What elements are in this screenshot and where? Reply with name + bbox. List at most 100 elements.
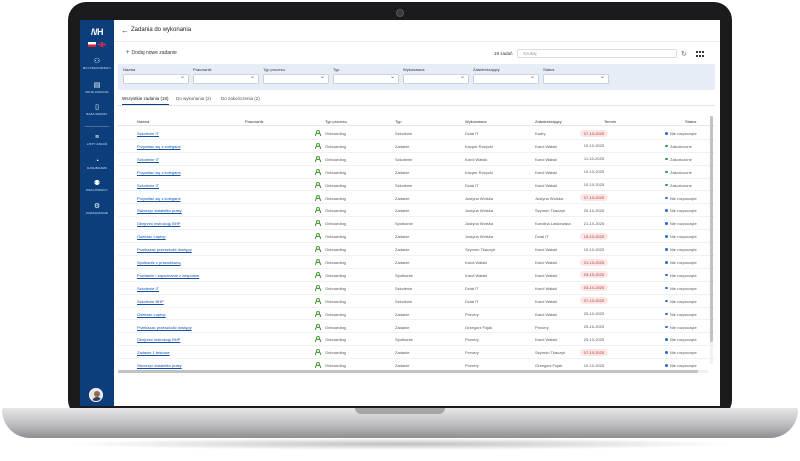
table-row[interactable]: Spotkanie z pracodawcą Onboarding Zadanie K… bbox=[118, 256, 715, 269]
table-row[interactable]: Zadanie 1 testowe Onboarding Zadanie Prover… bbox=[118, 346, 715, 360]
executor-cell: Justyna Wolska bbox=[465, 208, 493, 214]
column-header[interactable]: Wykonawca bbox=[465, 119, 487, 124]
column-header[interactable]: Termin bbox=[604, 119, 616, 124]
column-header[interactable]: Zatwierdzający bbox=[535, 119, 562, 124]
sidebar-item-1[interactable]: ▤ Moje zadania bbox=[80, 82, 114, 94]
tab-2[interactable]: Do zakończenia (2) bbox=[221, 96, 260, 101]
executor-cell: Kacper Rożycki bbox=[465, 143, 493, 149]
table-row[interactable]: Szkolenie IT Onboarding Szkolenie Karol Wal… bbox=[118, 153, 715, 166]
sidebar-item-2[interactable]: ▯ Baza wiedzy bbox=[80, 104, 114, 116]
table-row[interactable]: Szkolenie IT Onboarding Szkolenie Dział IT K… bbox=[118, 282, 715, 295]
table-row[interactable]: Przywitać się z kolegami Onboarding Zadani… bbox=[118, 166, 715, 179]
filter-select[interactable] bbox=[123, 73, 189, 84]
filter-3: Typ bbox=[333, 67, 399, 84]
flag-pl-icon[interactable] bbox=[88, 42, 96, 47]
horizontal-scrollbar[interactable] bbox=[118, 370, 708, 373]
task-name-link[interactable]: Szkolenie IT bbox=[137, 286, 159, 291]
status-badge: Nie rozpoczęte bbox=[670, 221, 697, 227]
filter-select[interactable] bbox=[333, 73, 399, 84]
table-row[interactable]: Stworzyć światełko prasy Onboarding Zadani… bbox=[118, 204, 715, 218]
type-cell: Spotkanie bbox=[395, 221, 413, 227]
filter-select[interactable] bbox=[193, 73, 259, 84]
task-name-link[interactable]: Odebrać Laptop bbox=[137, 312, 166, 317]
filter-select[interactable] bbox=[263, 73, 329, 84]
type-cell: Szkolenie bbox=[395, 131, 413, 136]
avatar[interactable] bbox=[89, 388, 103, 402]
status-badge: Nie rozpoczęte bbox=[670, 363, 697, 369]
type-cell: Zadanie bbox=[395, 350, 410, 356]
table-row[interactable]: Stworzyć światełko prasy Onboarding Zadani… bbox=[118, 359, 715, 370]
task-name-link[interactable]: Przywitać się z kolegami bbox=[137, 144, 181, 149]
refresh-icon[interactable]: ↻ bbox=[681, 50, 687, 58]
column-header[interactable]: Typ procesu bbox=[325, 119, 347, 124]
task-name-link[interactable]: Odebrać Laptop bbox=[137, 234, 166, 239]
task-name-link[interactable]: Przywitać się z kolegami bbox=[137, 170, 181, 175]
table-row[interactable]: Powitanie i zapoznanie z zespołem Onboard… bbox=[118, 269, 715, 282]
column-header[interactable]: Typ bbox=[395, 119, 401, 124]
approver-cell: Provery bbox=[535, 324, 549, 330]
task-name-link[interactable]: Szkolenie IT bbox=[137, 157, 159, 162]
tab-0[interactable]: Wszystkie zadania (19) bbox=[122, 96, 169, 105]
process-type-cell: Onboarding bbox=[325, 311, 346, 317]
filter-select[interactable] bbox=[473, 73, 539, 84]
table-row[interactable]: Obejrzeć instrukcję BHP Onboarding Spotkan… bbox=[118, 217, 715, 231]
filter-select[interactable] bbox=[543, 73, 609, 84]
approver-cell: Grzegorz Fujak bbox=[535, 363, 563, 369]
column-header[interactable]: Nazwa bbox=[137, 119, 149, 124]
sidebar-item-6[interactable]: ⚙ Zarządzanie bbox=[80, 203, 114, 215]
table-row[interactable]: Obejrzeć instrukcję BHP Onboarding Spotkan… bbox=[118, 333, 715, 347]
task-name-link[interactable]: Przywitać się z kolegami bbox=[137, 196, 181, 201]
plus-icon: + bbox=[126, 50, 130, 56]
task-name-link[interactable]: Szkolenie IT bbox=[137, 131, 159, 136]
sidebar-item-3[interactable]: ≡ Listy zadań bbox=[80, 134, 114, 146]
sidebar-item-4[interactable]: ◔ Dashboard bbox=[80, 158, 114, 170]
tab-1[interactable]: Do wykonania (2) bbox=[176, 96, 211, 101]
app-screen: /\/H ⚇ Moi pracownicy ▤ Moje zadania ▯ Baza w… bbox=[80, 20, 720, 406]
table-row[interactable]: Szkolenie IT Onboarding Szkolenie Dział IT K… bbox=[118, 179, 715, 192]
table-row[interactable]: Przywitać się z kolegami Onboarding Zadani… bbox=[118, 140, 715, 153]
filter-select[interactable] bbox=[403, 73, 469, 84]
task-name-link[interactable]: Obejrzeć instrukcję BHP bbox=[137, 221, 180, 226]
executor-cell: Provery bbox=[465, 363, 479, 369]
due-date-badge: 10-10-2025 bbox=[583, 169, 605, 175]
table-row[interactable]: Przekazać przeszkolić dostępy Onboarding Z… bbox=[118, 243, 715, 256]
grid-view-icon[interactable] bbox=[696, 51, 704, 57]
sidebar-item-label: Zarządzanie bbox=[86, 211, 108, 215]
table-row[interactable]: Przekazać przeszkolić dostępy Onboarding Z… bbox=[118, 321, 715, 334]
task-name-link[interactable]: Przekazać przeszkolić dostępy bbox=[137, 325, 192, 330]
column-header[interactable]: Pracownik bbox=[245, 119, 263, 124]
task-name-link[interactable]: Stworzyć światełko prasy bbox=[137, 208, 182, 213]
due-date-badge: 10-10-2025 bbox=[583, 143, 605, 149]
task-name-link[interactable]: Przekazać przeszkolić dostępy bbox=[137, 247, 192, 252]
app-logo[interactable]: /\/H bbox=[85, 27, 109, 37]
task-name-link[interactable]: Szkolenie BHP bbox=[137, 299, 164, 304]
process-type-cell: Onboarding bbox=[325, 182, 346, 188]
type-cell: Zadanie bbox=[395, 363, 410, 369]
search-input[interactable]: Szukaj bbox=[517, 49, 677, 58]
column-header[interactable]: Status bbox=[685, 119, 696, 124]
executor-cell: Provery bbox=[465, 350, 479, 356]
task-name-link[interactable]: Szkolenie IT bbox=[137, 183, 159, 188]
type-cell: Zadanie bbox=[395, 311, 410, 317]
vertical-scrollbar[interactable] bbox=[710, 116, 713, 364]
table-row[interactable]: Odebrać Laptop Onboarding Zadanie Justyna W… bbox=[118, 230, 715, 244]
task-name-link[interactable]: Stworzyć światełko prasy bbox=[137, 363, 182, 368]
approver-cell: Karol Walski bbox=[535, 311, 558, 317]
due-date-badge: 10-10-2025 bbox=[583, 182, 605, 188]
sidebar-item-5[interactable]: ⚉ Pracownicy bbox=[80, 180, 114, 192]
flag-en-icon[interactable] bbox=[98, 42, 106, 47]
table-row[interactable]: Przywitać się z kolegami Onboarding Zadani… bbox=[118, 192, 715, 205]
table-row[interactable]: Szkolenie IT Onboarding Szkolenie Dział IT K… bbox=[118, 127, 715, 140]
task-name-link[interactable]: Spotkanie z pracodawcą bbox=[137, 260, 181, 265]
add-task-button[interactable]: + Dodaj nowe zadanie bbox=[126, 50, 177, 56]
back-arrow-icon[interactable]: ← bbox=[121, 26, 129, 35]
table-row[interactable]: Odebrać Laptop Onboarding Zadanie Provery Ka… bbox=[118, 308, 715, 321]
task-name-link[interactable]: Obejrzeć instrukcję BHP bbox=[137, 337, 180, 342]
sidebar-item-0[interactable]: ⚇ Moi pracownicy bbox=[80, 58, 114, 70]
task-name-link[interactable]: Powitanie i zapoznanie z zespołem bbox=[137, 273, 199, 278]
table-row[interactable]: Szkolenie BHP Onboarding Szkolenie Dział IT… bbox=[118, 295, 715, 308]
filter-5: Zatwierdzający bbox=[473, 67, 539, 84]
sidebar-item-label: Baza wiedzy bbox=[86, 112, 108, 116]
executor-cell: Provery bbox=[465, 311, 479, 317]
task-name-link[interactable]: Zadanie 1 testowe bbox=[137, 350, 170, 355]
